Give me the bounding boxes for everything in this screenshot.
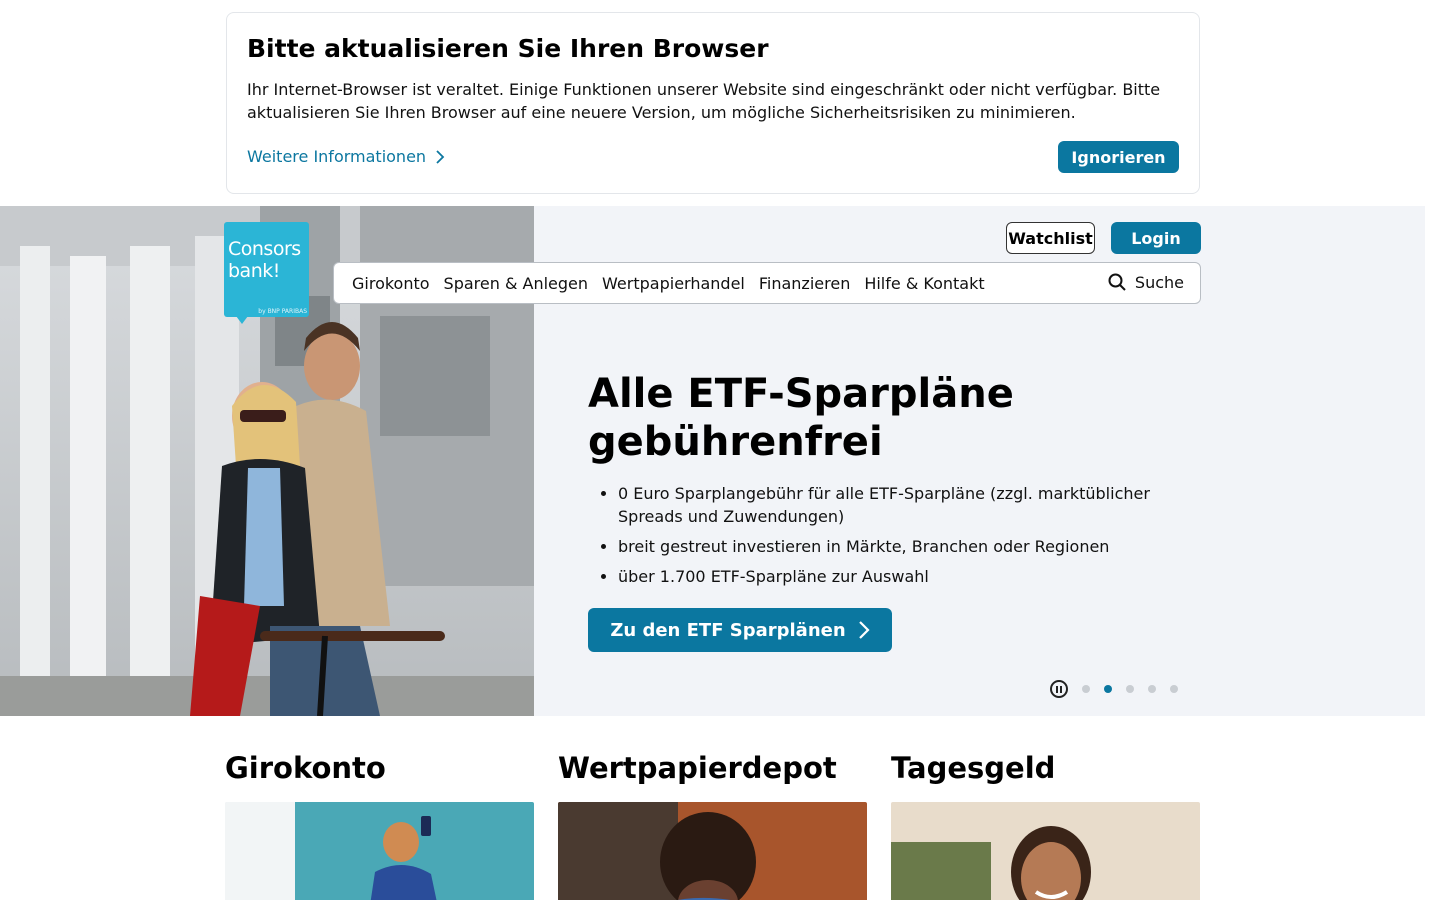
card-title: Tagesgeld bbox=[891, 751, 1056, 785]
card-title: Wertpapierdepot bbox=[558, 751, 837, 785]
carousel-controls bbox=[1050, 680, 1178, 698]
login-button[interactable]: Login bbox=[1111, 222, 1201, 254]
logo-byline: by BNP PARIBAS bbox=[258, 308, 307, 315]
product-card-wertpapierdepot[interactable]: Wertpapierdepot bbox=[558, 750, 867, 900]
search-icon bbox=[1108, 273, 1126, 291]
hero-title: Alle ETF-Sparpläne gebührenfrei bbox=[588, 371, 1014, 465]
pause-icon[interactable] bbox=[1050, 680, 1068, 698]
browser-warning-title: Bitte aktualisieren Sie Ihren Browser bbox=[247, 34, 769, 63]
more-info-label: Weitere Informationen bbox=[247, 147, 427, 166]
nav-item-finanzieren[interactable]: Finanzieren bbox=[759, 274, 850, 293]
consorsbank-logo[interactable]: Consors bank! by BNP PARIBAS bbox=[224, 222, 309, 324]
browser-warning-banner: Bitte aktualisieren Sie Ihren Browser Ih… bbox=[226, 12, 1200, 194]
card-image-girokonto bbox=[225, 802, 534, 900]
card-title: Girokonto bbox=[225, 751, 386, 785]
card-image-wertpapierdepot bbox=[558, 802, 867, 900]
etf-sparplan-cta-button[interactable]: Zu den ETF Sparplänen bbox=[588, 608, 892, 652]
product-card-girokonto[interactable]: Girokonto bbox=[225, 750, 534, 900]
nav-item-sparen-anlegen[interactable]: Sparen & Anlegen bbox=[444, 274, 589, 293]
logo-speech-tail bbox=[236, 316, 248, 324]
search-label: Suche bbox=[1134, 272, 1184, 292]
carousel-dot-active[interactable] bbox=[1104, 685, 1112, 693]
search-button[interactable]: Suche bbox=[1107, 272, 1184, 292]
hero-banner: Consors bank! by BNP PARIBAS Watchlist L… bbox=[0, 206, 1425, 716]
ignore-button[interactable]: Ignorieren bbox=[1058, 141, 1179, 173]
carousel-dot[interactable] bbox=[1170, 685, 1178, 693]
main-navigation: Girokonto Sparen & Anlegen Wertpapierhan… bbox=[333, 262, 1201, 304]
chevron-right-icon bbox=[858, 621, 870, 639]
more-info-link[interactable]: Weitere Informationen bbox=[247, 147, 446, 166]
nav-item-hilfe-kontakt[interactable]: Hilfe & Kontakt bbox=[864, 274, 984, 293]
hero-benefit-item: über 1.700 ETF-Sparpläne zur Auswahl bbox=[618, 565, 1178, 588]
carousel-dot[interactable] bbox=[1082, 685, 1090, 693]
nav-item-girokonto[interactable]: Girokonto bbox=[352, 274, 430, 293]
logo-line1: Consors bbox=[228, 238, 301, 260]
cta-label: Zu den ETF Sparplänen bbox=[610, 619, 846, 641]
card-image-tagesgeld bbox=[891, 802, 1200, 900]
hero-benefit-list: 0 Euro Sparplangebühr für alle ETF-Sparp… bbox=[598, 482, 1178, 595]
chevron-right-icon bbox=[436, 149, 445, 164]
hero-benefit-item: breit gestreut investieren in Märkte, Br… bbox=[618, 535, 1178, 558]
nav-item-wertpapierhandel[interactable]: Wertpapierhandel bbox=[602, 274, 745, 293]
product-card-tagesgeld[interactable]: Tagesgeld bbox=[891, 750, 1200, 900]
hero-benefit-item: 0 Euro Sparplangebühr für alle ETF-Sparp… bbox=[618, 482, 1178, 528]
logo-line2: bank! bbox=[228, 260, 280, 282]
carousel-dot[interactable] bbox=[1148, 685, 1156, 693]
carousel-dot[interactable] bbox=[1126, 685, 1134, 693]
browser-warning-text: Ihr Internet-Browser ist veraltet. Einig… bbox=[247, 80, 1161, 122]
watchlist-button[interactable]: Watchlist bbox=[1006, 222, 1095, 254]
